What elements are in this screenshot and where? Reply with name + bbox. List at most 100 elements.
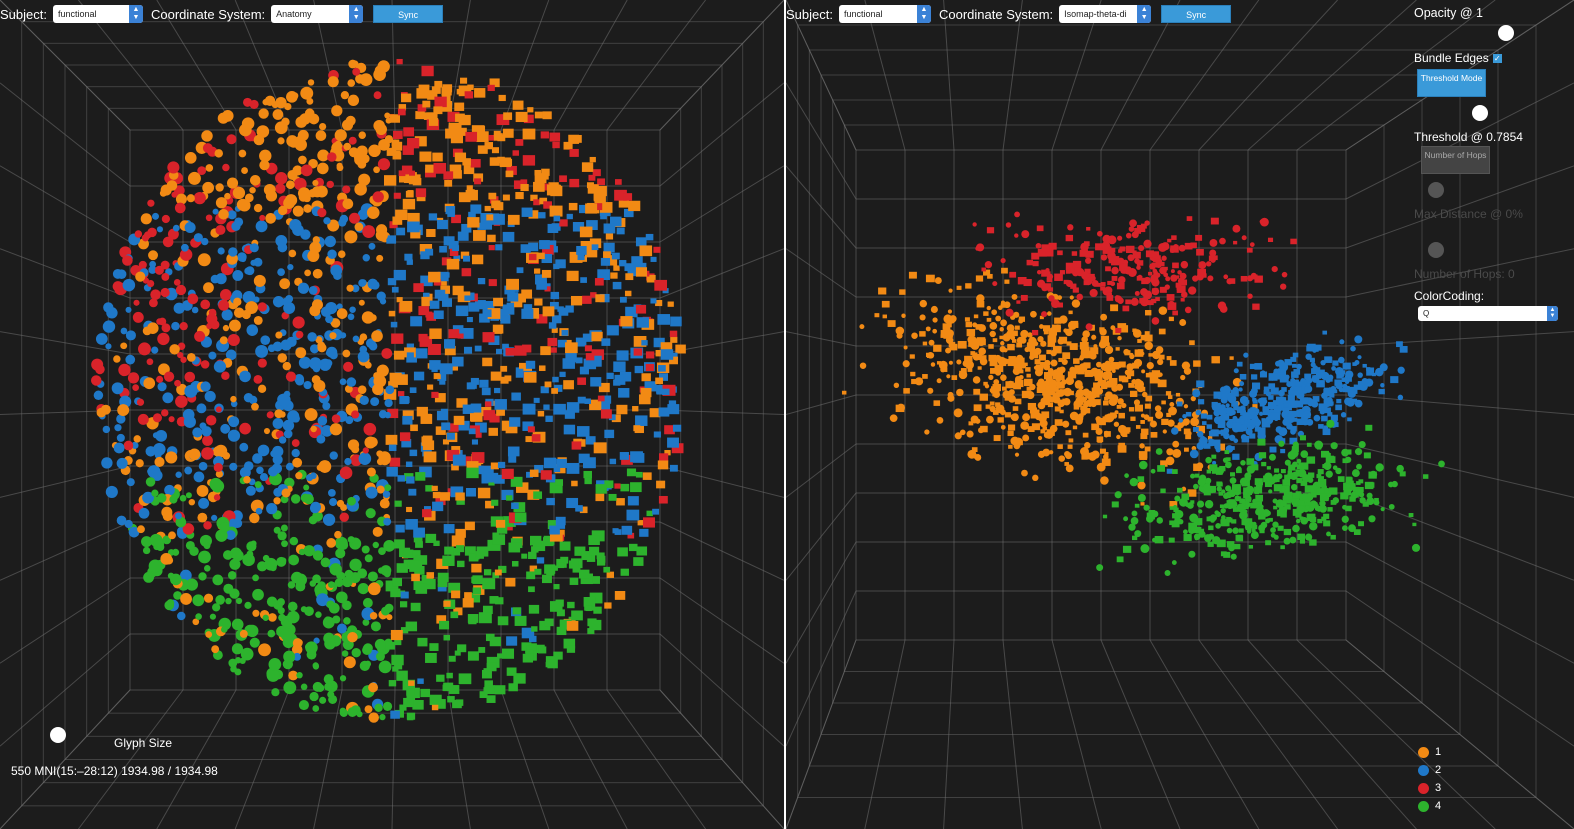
node-glyph xyxy=(212,603,221,612)
select-arrows-icon: ▲ ▼ xyxy=(916,5,931,23)
node-glyph xyxy=(464,592,472,599)
node-glyph xyxy=(277,531,287,541)
node-glyph xyxy=(1119,247,1124,252)
node-glyph xyxy=(195,613,202,620)
node-glyph xyxy=(143,231,152,239)
threshold-slider[interactable] xyxy=(1472,105,1488,121)
node-glyph xyxy=(482,332,495,343)
node-glyph xyxy=(272,109,284,120)
right-3d-canvas[interactable] xyxy=(786,0,1574,829)
node-glyph xyxy=(399,300,413,312)
node-glyph xyxy=(193,192,206,205)
node-glyph xyxy=(1264,481,1272,488)
subject-select[interactable]: functional ▲ ▼ xyxy=(52,5,143,23)
node-glyph xyxy=(239,422,251,435)
node-glyph xyxy=(603,242,615,253)
node-glyph xyxy=(903,345,908,350)
number-of-hops-button[interactable]: Number of Hops xyxy=(1421,146,1490,174)
node-glyph xyxy=(650,256,657,262)
bundle-edges-label: Bundle Edges xyxy=(1414,51,1489,65)
node-glyph xyxy=(1318,481,1325,488)
node-glyph xyxy=(443,171,454,180)
node-glyph xyxy=(1125,232,1132,239)
left-view-panel[interactable]: Subject: functional ▲ ▼ Coordinate System… xyxy=(0,0,784,829)
node-glyph xyxy=(237,252,247,262)
node-glyph xyxy=(593,442,607,454)
node-glyph xyxy=(396,227,406,236)
node-glyph xyxy=(1267,237,1274,243)
node-glyph xyxy=(587,184,599,194)
node-glyph xyxy=(431,485,438,492)
node-glyph xyxy=(184,221,196,234)
node-glyph xyxy=(467,614,479,623)
node-glyph xyxy=(1134,378,1142,387)
left-3d-canvas[interactable] xyxy=(0,0,784,829)
node-glyph xyxy=(1000,424,1006,430)
node-glyph xyxy=(229,462,238,471)
sync-button[interactable]: Sync xyxy=(1161,5,1232,23)
opacity-slider[interactable] xyxy=(1498,25,1514,41)
node-glyph xyxy=(456,88,464,95)
node-glyph xyxy=(1251,382,1261,390)
node-glyph xyxy=(956,388,964,397)
node-glyph xyxy=(1096,462,1106,472)
node-glyph xyxy=(239,657,246,665)
node-glyph xyxy=(1150,468,1156,474)
threshold-mode-button[interactable]: Threshold Mode xyxy=(1417,69,1486,97)
bundle-edges-checkbox[interactable]: ✓ xyxy=(1492,53,1502,63)
coordinate-system-select[interactable]: Isomap-theta-di ▲ ▼ xyxy=(1059,5,1152,23)
node-glyph xyxy=(1289,536,1297,544)
number-of-hops-slider[interactable] xyxy=(1428,242,1444,258)
node-glyph xyxy=(645,363,655,372)
node-glyph xyxy=(1143,504,1150,511)
node-glyph xyxy=(1328,490,1333,495)
node-glyph xyxy=(368,341,378,351)
node-glyph xyxy=(940,330,947,336)
select-arrows-icon: ▲ ▼ xyxy=(1137,5,1152,23)
node-glyph xyxy=(625,273,634,281)
node-glyph xyxy=(292,638,303,648)
node-glyph xyxy=(628,200,641,212)
node-glyph xyxy=(238,149,247,158)
right-view-panel[interactable]: Subject: functional ▲ ▼ Coordinate System… xyxy=(786,0,1574,829)
node-glyph xyxy=(1183,529,1188,535)
node-glyph xyxy=(452,356,464,367)
color-coding-select[interactable]: Q ▲ ▼ xyxy=(1418,306,1558,321)
node-glyph xyxy=(1049,327,1057,334)
node-glyph xyxy=(533,397,540,403)
node-glyph xyxy=(670,336,678,343)
node-glyph xyxy=(1034,347,1042,355)
node-glyph xyxy=(635,237,647,247)
node-glyph xyxy=(213,462,223,473)
node-glyph xyxy=(1177,487,1183,493)
node-glyph xyxy=(464,91,474,99)
node-glyph xyxy=(1100,313,1108,321)
node-glyph xyxy=(457,231,469,241)
node-glyph xyxy=(378,547,386,555)
node-glyph xyxy=(1321,415,1328,422)
node-glyph xyxy=(437,572,449,582)
node-glyph xyxy=(1282,418,1290,426)
node-glyph xyxy=(1323,397,1332,406)
node-glyph xyxy=(1020,421,1030,430)
node-glyph xyxy=(368,242,376,250)
max-distance-slider[interactable] xyxy=(1428,182,1444,198)
node-glyph xyxy=(1330,534,1336,540)
subject-select[interactable]: functional ▲ ▼ xyxy=(838,5,931,23)
node-glyph xyxy=(392,577,403,587)
node-glyph xyxy=(946,374,951,379)
sync-button[interactable]: Sync xyxy=(373,5,444,23)
glyph-size-slider[interactable] xyxy=(50,727,66,743)
node-glyph xyxy=(486,695,496,703)
node-glyph xyxy=(202,435,213,446)
node-glyph xyxy=(878,287,887,295)
node-glyph xyxy=(1322,330,1328,335)
coordinate-system-select[interactable]: Anatomy ▲ ▼ xyxy=(271,5,364,23)
node-glyph xyxy=(624,263,634,272)
node-glyph xyxy=(277,393,291,407)
node-glyph xyxy=(1341,377,1348,382)
node-glyph xyxy=(344,569,354,579)
node-glyph xyxy=(443,524,455,534)
node-glyph xyxy=(1257,438,1266,446)
node-glyph xyxy=(1154,378,1160,384)
